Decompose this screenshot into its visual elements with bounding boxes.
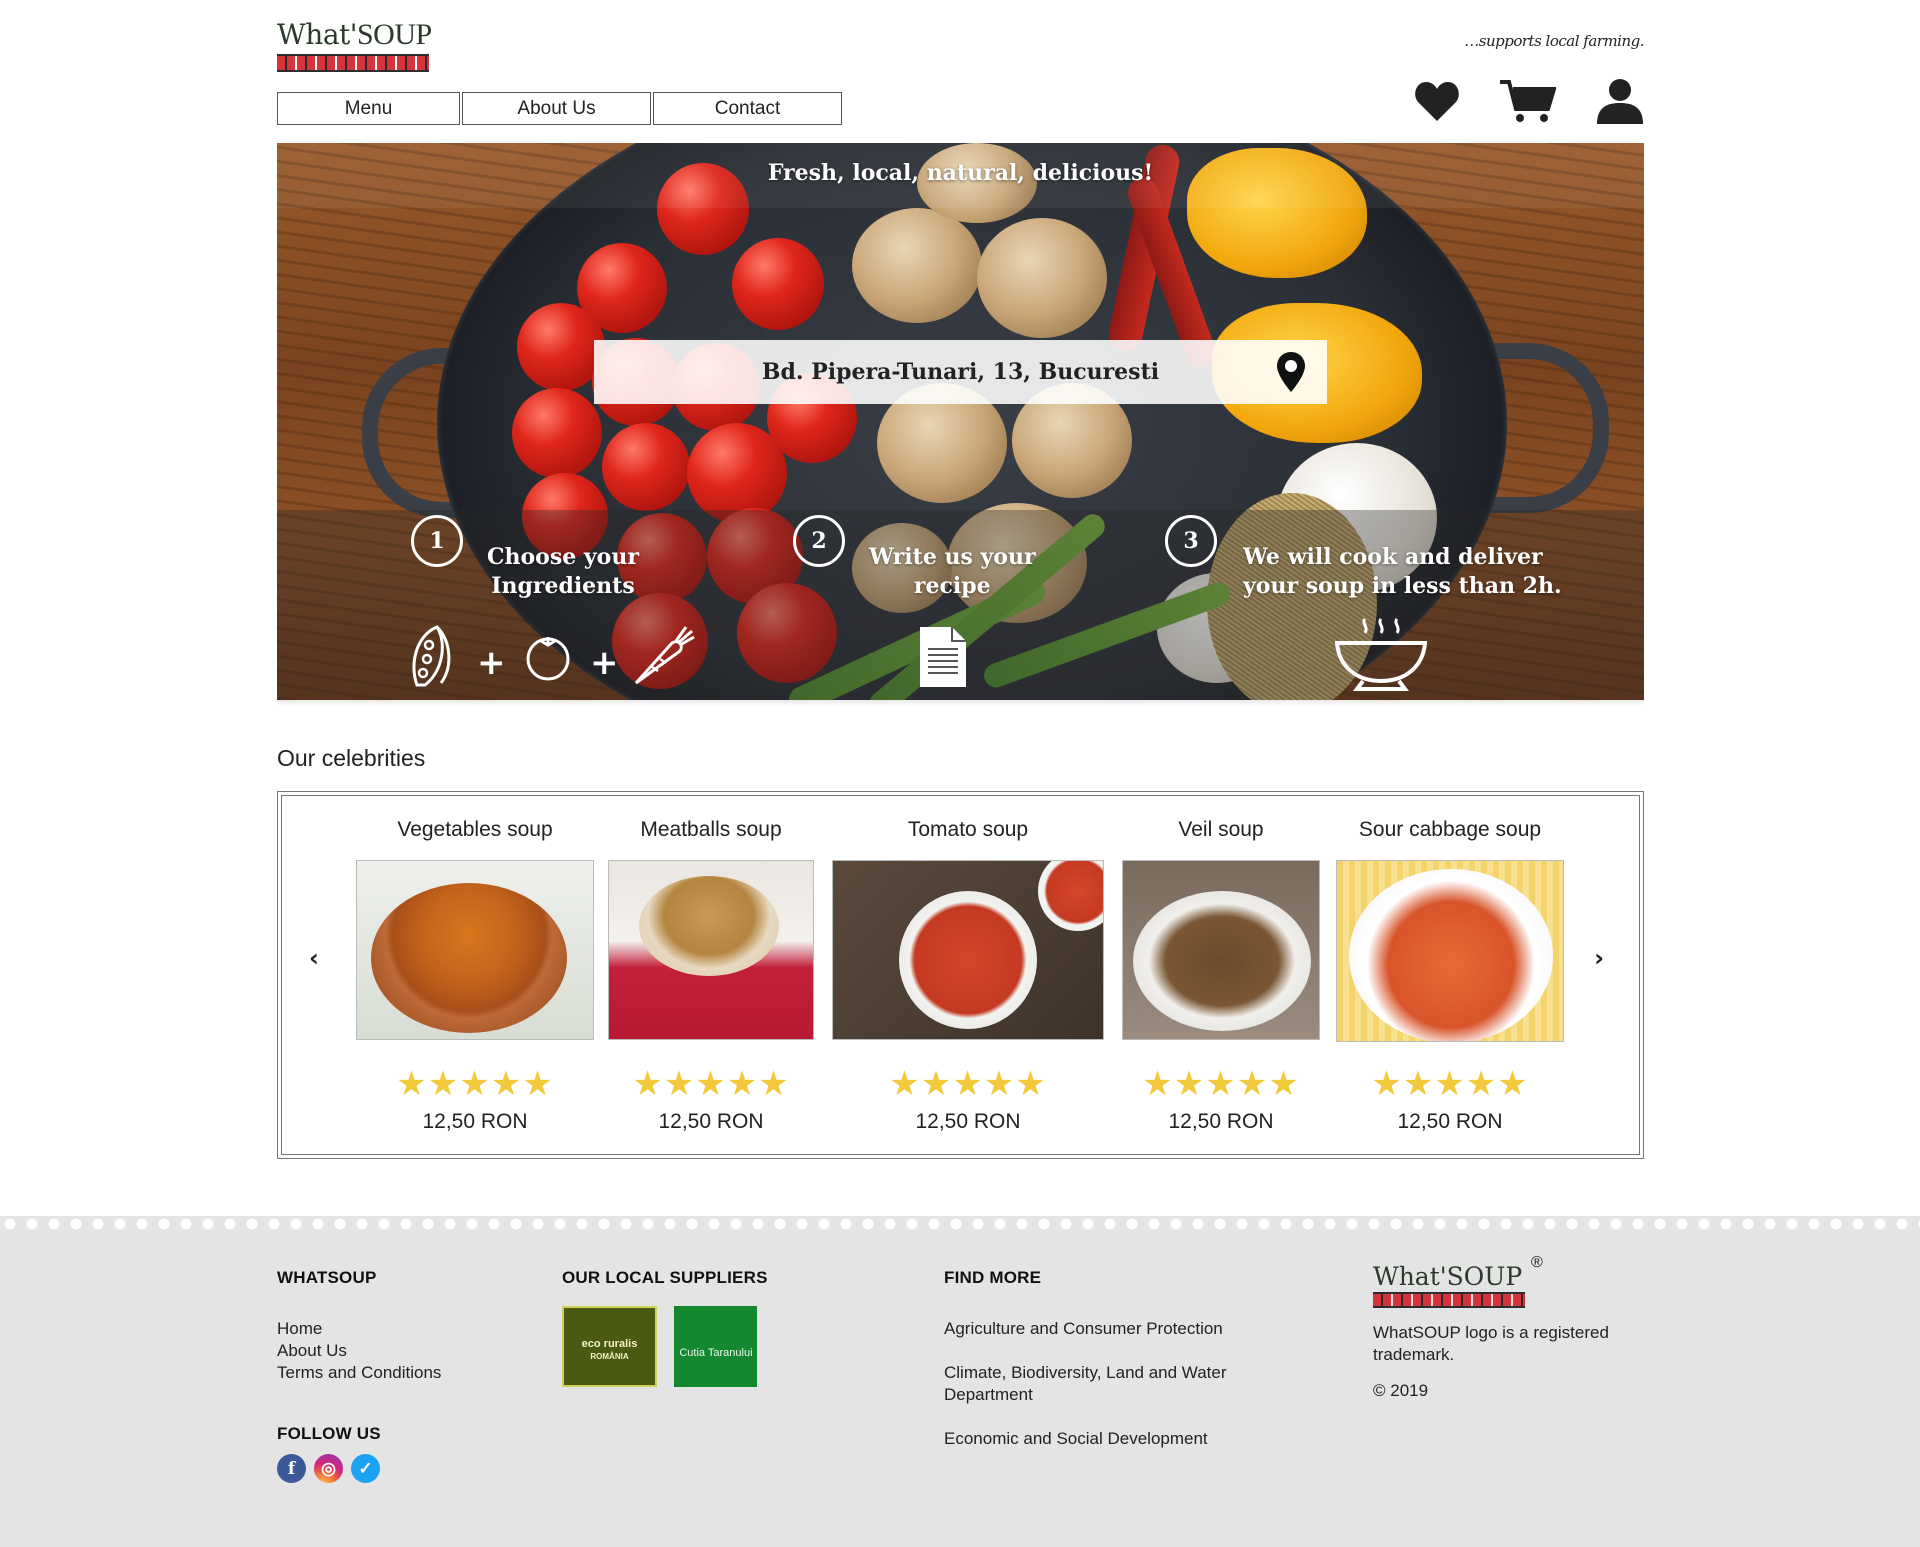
logo-folk-pattern [1373, 1292, 1525, 1308]
step-text: Write us your recipe [869, 544, 1036, 599]
location-pin-icon[interactable] [1277, 352, 1305, 398]
step-3: 3 We will cook and deliver your soup in l… [1165, 515, 1562, 599]
step-number: 2 [793, 515, 845, 567]
step-number: 3 [1165, 515, 1217, 567]
tomato [512, 388, 602, 478]
nav-contact[interactable]: Contact [653, 92, 842, 125]
soup-price: 12,50 RON [915, 1110, 1021, 1133]
logo-wordmark: What'SOUP [277, 18, 432, 51]
footer-lace-border [0, 1216, 1920, 1238]
carousel-frame: ‹ › Vegetables soup ★★★★★ 12,50 RON Meat… [281, 795, 1640, 1155]
step-1: 1 Choose your Ingredients [411, 515, 639, 599]
facebook-icon[interactable]: f [277, 1454, 306, 1483]
cart-icon[interactable] [1500, 79, 1556, 123]
peas-icon [407, 623, 461, 694]
footer-find-more-column: FIND MORE Agriculture and Consumer Prote… [944, 1268, 1264, 1450]
bowl [639, 876, 779, 976]
user-icon[interactable] [1596, 78, 1644, 124]
footer-heading: OUR LOCAL SUPPLIERS [562, 1268, 768, 1287]
tomato [732, 238, 824, 330]
carousel-next-button[interactable]: › [1594, 944, 1604, 972]
soup-name: Veil soup [1178, 818, 1264, 841]
carrot-icon [632, 623, 696, 692]
hero-title: Fresh, local, natural, delicious! [767, 160, 1154, 186]
rating-stars: ★★★★★ [889, 1064, 1047, 1104]
address-field[interactable]: Bd. Pipera-Tunari, 13, Bucuresti [594, 340, 1327, 404]
step-text: Choose your Ingredients [487, 544, 639, 599]
social-links: f ◎ ✓ [277, 1454, 441, 1483]
soup-name: Vegetables soup [397, 818, 553, 841]
site-header: What'SOUP …supports local farming. Menu … [277, 0, 1644, 130]
heart-icon[interactable] [1414, 80, 1460, 122]
trademark-text: WhatSOUP logo is a registered trademark. [1373, 1323, 1609, 1364]
soup-image [608, 860, 814, 1040]
rating-stars: ★★★★★ [1142, 1064, 1300, 1104]
step-2: 2 Write us your recipe [793, 515, 1036, 599]
footer-heading: WHATSOUP [277, 1268, 377, 1287]
address-text: Bd. Pipera-Tunari, 13, Bucuresti [761, 359, 1160, 385]
step-text: We will cook and deliver your soup in les… [1243, 544, 1562, 599]
rating-stars: ★★★★★ [632, 1064, 790, 1104]
footer-link-home[interactable]: Home [277, 1318, 441, 1340]
hero-divider [277, 700, 1644, 706]
bowl [1349, 869, 1553, 1041]
site-footer: WHATSOUP Home About Us Terms and Conditi… [0, 1216, 1920, 1547]
soup-image [832, 860, 1104, 1040]
bowl [1133, 891, 1311, 1031]
soup-price: 12,50 RON [422, 1110, 528, 1133]
mushroom [852, 208, 982, 323]
footer-trademark-column: What'SOUP ® WhatSOUP logo is a registere… [1373, 1254, 1653, 1402]
nav-about-us[interactable]: About Us [462, 92, 651, 125]
copyright: © 2019 [1373, 1381, 1429, 1400]
footer-whatsoup-column: WHATSOUP Home About Us Terms and Conditi… [277, 1268, 441, 1483]
soup-bowl-icon [1334, 615, 1428, 696]
bowl [899, 891, 1037, 1029]
twitter-icon[interactable]: ✓ [351, 1454, 380, 1483]
soup-price: 12,50 RON [1397, 1110, 1503, 1133]
footer-heading: FOLLOW US [277, 1424, 381, 1443]
footer-heading: FIND MORE [944, 1268, 1042, 1287]
rating-stars: ★★★★★ [1371, 1064, 1529, 1104]
footer-link-economic[interactable]: Economic and Social Development [944, 1428, 1264, 1450]
soup-image [356, 860, 594, 1040]
bowl [1038, 861, 1103, 931]
footer-logo[interactable]: What'SOUP ® [1373, 1254, 1653, 1308]
footer-link-about-us[interactable]: About Us [277, 1340, 441, 1362]
nav-menu[interactable]: Menu [277, 92, 460, 125]
footer-suppliers-column: OUR LOCAL SUPPLIERS eco ruralis ROMÂNIA C… [562, 1268, 768, 1387]
header-actions [1414, 78, 1644, 124]
footer-link-climate[interactable]: Climate, Biodiversity, Land and Water De… [944, 1362, 1264, 1406]
mushroom [977, 218, 1107, 338]
hero-banner: Fresh, local, natural, delicious! Bd. Pi… [277, 143, 1644, 700]
footer-link-terms[interactable]: Terms and Conditions [277, 1362, 441, 1384]
section-title: Our celebrities [277, 745, 426, 771]
soup-image [1122, 860, 1320, 1040]
celebrities-carousel: ‹ › Vegetables soup ★★★★★ 12,50 RON Meat… [277, 791, 1644, 1159]
step-number: 1 [411, 515, 463, 567]
rating-stars: ★★★★★ [396, 1064, 554, 1104]
footer-link-agriculture[interactable]: Agriculture and Consumer Protection [944, 1318, 1264, 1340]
tomato-icon [523, 631, 573, 686]
plus-sign: + [590, 643, 619, 683]
supplier-eco-ruralis-logo[interactable]: eco ruralis ROMÂNIA [562, 1306, 657, 1387]
bowl [371, 883, 567, 1033]
main-nav: Menu About Us Contact [277, 92, 842, 125]
instagram-icon[interactable]: ◎ [314, 1454, 343, 1483]
supplier-cutia-taranului-logo[interactable]: Cutia Taranului [674, 1306, 758, 1387]
soup-price: 12,50 RON [1168, 1110, 1274, 1133]
soup-name: Tomato soup [907, 818, 1029, 841]
tomato [602, 423, 690, 511]
tagline: …supports local farming. [1464, 32, 1644, 50]
carousel-prev-button[interactable]: ‹ [309, 944, 319, 972]
plus-sign: + [477, 643, 506, 683]
registered-mark: ® [1531, 1254, 1543, 1271]
soup-name: Sour cabbage soup [1358, 818, 1542, 841]
soup-name: Meatballs soup [640, 818, 782, 841]
soup-image [1336, 860, 1564, 1042]
logo[interactable]: What'SOUP [277, 18, 432, 72]
logo-folk-pattern [277, 54, 429, 72]
soup-price: 12,50 RON [658, 1110, 764, 1133]
document-icon [918, 625, 968, 694]
